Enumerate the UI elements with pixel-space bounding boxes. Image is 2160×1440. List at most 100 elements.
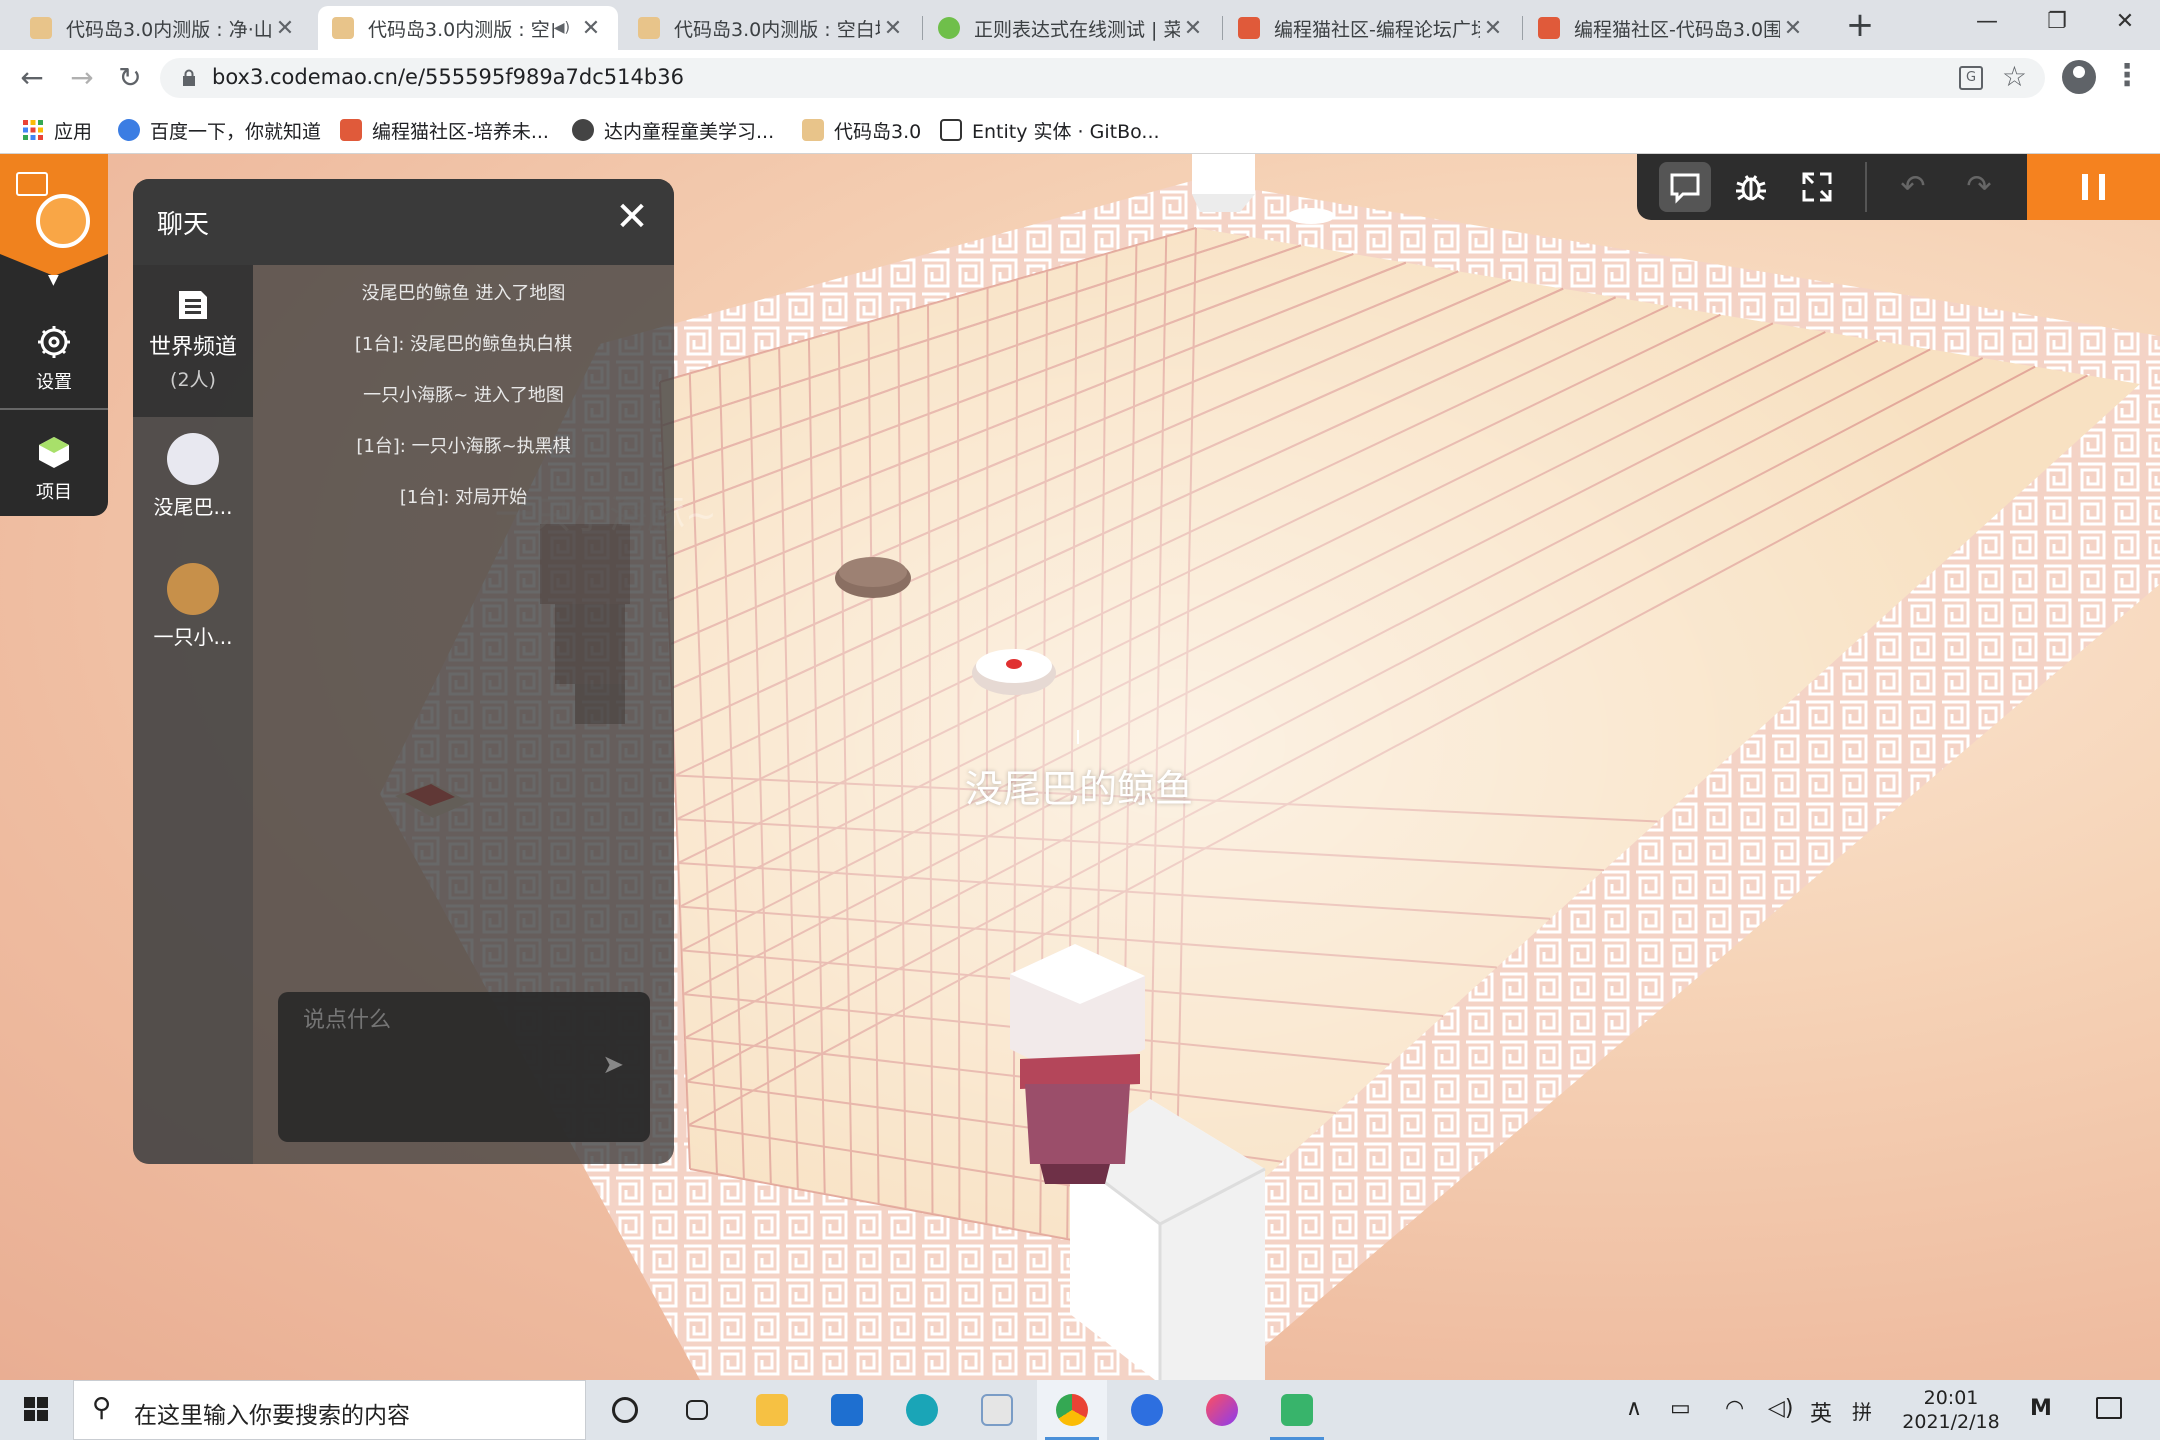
wifi-icon[interactable]: ◠	[1725, 1396, 1744, 1421]
taskbar-edge[interactable]	[887, 1380, 957, 1440]
console-icon	[16, 172, 48, 196]
dock-project[interactable]: 项目	[0, 412, 108, 512]
chat-input[interactable]	[303, 1007, 603, 1033]
codemao-icon	[340, 119, 362, 141]
close-tab-icon[interactable]: ✕	[272, 16, 298, 41]
bookmark-box3[interactable]: 代码岛3.0	[802, 116, 921, 144]
cortana-button[interactable]	[590, 1380, 660, 1440]
cortana-icon	[612, 1397, 638, 1423]
toolbar-divider	[1865, 162, 1867, 212]
chat-icon[interactable]	[1659, 162, 1711, 212]
close-tab-icon[interactable]: ✕	[1780, 16, 1806, 41]
tab-title: 编程猫社区-代码岛3.0围棋	[1574, 18, 1780, 41]
taskbar-app-blue[interactable]	[1112, 1380, 1182, 1440]
address-bar[interactable]: box3.codemao.cn/e/555595f989a7dc514b36 G…	[160, 58, 2045, 98]
member-name: 没尾巴...	[153, 495, 233, 519]
back-icon[interactable]: ←	[12, 58, 52, 98]
translate-icon[interactable]: G	[1959, 66, 1983, 90]
taskbar-file-explorer[interactable]	[737, 1380, 807, 1440]
taskbar-codemao-app[interactable]	[1262, 1380, 1332, 1440]
close-icon[interactable]: ✕	[612, 197, 652, 237]
task-view-icon	[686, 1400, 708, 1420]
player-avatar	[1010, 944, 1145, 1184]
browser-tab[interactable]: 编程猫社区-编程论坛广场 ✕	[1224, 6, 1520, 50]
bookmark-gitbook[interactable]: Entity 实体 · GitBo...	[940, 116, 1160, 144]
redo-icon[interactable]: ↷	[1953, 162, 2005, 212]
taskbar-search[interactable]: ⚲ 在这里输入你要搜索的内容	[73, 1380, 586, 1440]
browser-menu-icon[interactable]: ⋮	[2112, 58, 2142, 98]
system-clock[interactable]: 20:01 2021/2/18	[1876, 1386, 2026, 1434]
tab-title: 编程猫社区-编程论坛广场	[1274, 18, 1480, 41]
pause-icon	[2082, 174, 2088, 200]
bookmark-apps[interactable]: 应用	[22, 116, 92, 144]
apps-grid-icon	[23, 120, 43, 140]
taskbar-paint[interactable]	[962, 1380, 1032, 1440]
send-icon[interactable]: ➤	[602, 1050, 624, 1080]
browser-tab[interactable]: 正则表达式在线测试 | 菜鸟 ✕	[924, 6, 1220, 50]
member-item[interactable]: 没尾巴...	[133, 427, 253, 547]
chat-message: [1台]: 对局开始	[399, 487, 528, 508]
chat-input-box[interactable]: ➤	[278, 992, 650, 1142]
notification-icon[interactable]	[2096, 1397, 2122, 1419]
url-text[interactable]: box3.codemao.cn/e/555595f989a7dc514b36	[212, 65, 684, 89]
dock-settings[interactable]: 设置	[0, 302, 108, 402]
speaker-icon[interactable]: ◀)	[554, 20, 570, 36]
ime-m-icon[interactable]: M	[2030, 1396, 2052, 1421]
game-viewport[interactable]: 一只小海豚~ 没尾巴的鲸鱼 ▼ 设置 项目 聊天	[0, 154, 2160, 1380]
ime-mode[interactable]: 拼	[1852, 1396, 1872, 1425]
profile-avatar-icon[interactable]	[2062, 60, 2096, 94]
close-tab-icon[interactable]: ✕	[880, 16, 906, 41]
member-item[interactable]: 一只小...	[133, 557, 253, 677]
box3-icon	[802, 119, 824, 141]
player-name-tag: 没尾巴的鲸鱼	[965, 767, 1194, 811]
runoob-favicon-icon	[938, 17, 960, 39]
browser-tab[interactable]: 代码岛3.0内测版 : 空白地 ✕	[624, 6, 920, 50]
taskbar-chrome[interactable]	[1037, 1380, 1107, 1440]
taskbar-mail[interactable]	[812, 1380, 882, 1440]
bug-icon[interactable]	[1725, 162, 1777, 212]
restore-button[interactable]: ❐	[2022, 0, 2092, 44]
chevron-down-icon[interactable]: ▼	[48, 272, 59, 288]
clock-date: 2021/2/18	[1902, 1411, 2000, 1433]
bookmarks-bar: 应用 百度一下，你就知道 编程猫社区-培养未... 达内童程童美学习... 代码…	[0, 106, 2160, 154]
bookmark-codemao[interactable]: 编程猫社区-培养未...	[340, 116, 549, 144]
pause-button[interactable]	[2027, 154, 2160, 220]
expand-icon[interactable]	[1791, 162, 1843, 212]
task-view-button[interactable]	[662, 1380, 732, 1440]
close-tab-icon[interactable]: ✕	[1480, 16, 1506, 41]
chevron-up-icon[interactable]: ∧	[1626, 1396, 1642, 1421]
minimize-button[interactable]: —	[1952, 0, 2022, 44]
codemao-logo[interactable]	[0, 154, 108, 276]
browser-tab[interactable]: 代码岛3.0内测版 : 净·山水 ✕	[16, 6, 312, 50]
battery-icon[interactable]: ▭	[1670, 1396, 1691, 1421]
chat-message: 一只小海豚~ 进入了地图	[363, 385, 564, 406]
dock-project-label: 项目	[36, 482, 72, 503]
forward-icon[interactable]: →	[62, 58, 102, 98]
volume-icon[interactable]: ◁)	[1768, 1396, 1794, 1421]
close-window-button[interactable]: ✕	[2090, 0, 2160, 44]
tab-separator	[922, 16, 923, 40]
bookmark-star-icon[interactable]: ☆	[2002, 60, 2027, 93]
bookmark-label: 百度一下，你就知道	[150, 120, 322, 143]
ime-indicator[interactable]: 英	[1810, 1396, 1832, 1428]
app-blue-icon	[1131, 1394, 1163, 1426]
start-button[interactable]	[0, 1380, 72, 1440]
channel-count: (2人)	[170, 369, 216, 391]
undo-icon[interactable]: ↶	[1887, 162, 1939, 212]
new-tab-button[interactable]: +	[1842, 8, 1878, 44]
reload-icon[interactable]: ↻	[110, 58, 150, 98]
codemao-favicon-icon	[1238, 17, 1260, 39]
chat-panel: 聊天 ✕ 世界频道 (2人) 没尾巴... 一只小... 没尾巴的鲸鱼 进入了地…	[133, 179, 674, 1164]
close-tab-icon[interactable]: ✕	[578, 16, 604, 41]
tab-separator	[1222, 16, 1223, 40]
bookmark-tarena[interactable]: 达内童程童美学习...	[572, 116, 774, 144]
bookmark-baidu[interactable]: 百度一下，你就知道	[118, 116, 321, 144]
bookmark-label: Entity 实体 · GitBo...	[972, 120, 1160, 143]
browser-tab[interactable]: 编程猫社区-代码岛3.0围棋 ✕	[1524, 6, 1820, 50]
gear-icon	[38, 326, 70, 358]
browser-tab-active[interactable]: 代码岛3.0内测版 : 空白 ◀) ✕	[318, 6, 618, 50]
taskbar-firefox[interactable]	[1187, 1380, 1257, 1440]
close-tab-icon[interactable]: ✕	[1180, 16, 1206, 41]
white-stone-marked	[972, 649, 1056, 695]
channel-world[interactable]: 世界频道 (2人)	[133, 265, 253, 417]
